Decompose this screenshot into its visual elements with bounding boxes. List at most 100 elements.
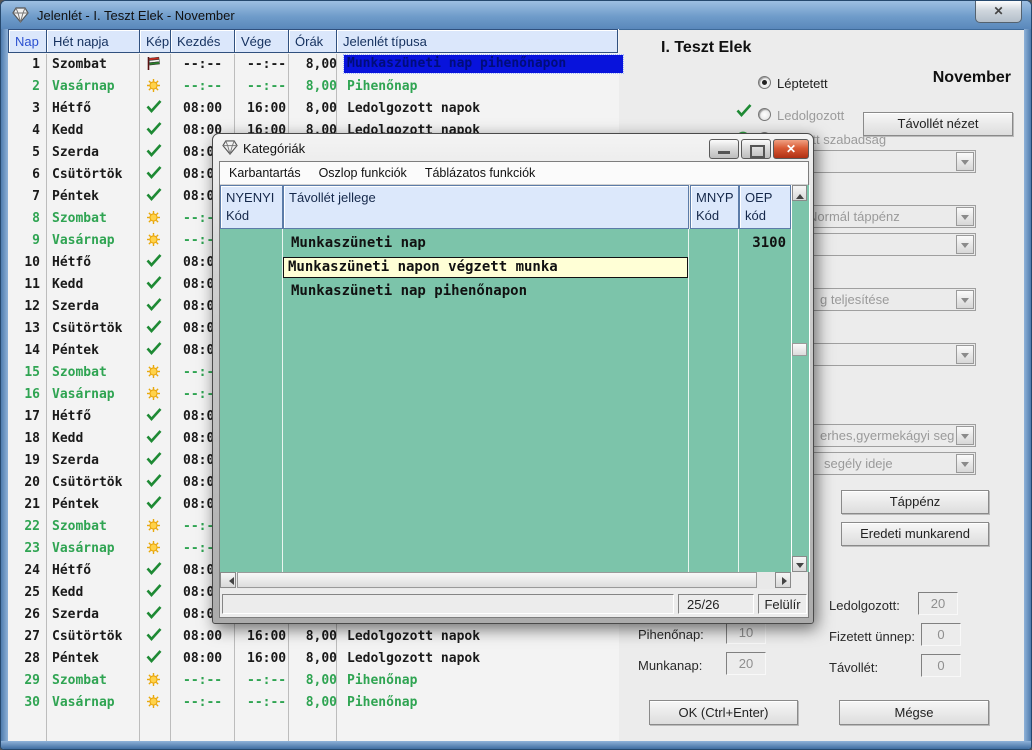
status-message-panel <box>222 594 674 614</box>
attendance-row-27[interactable]: 27Csütörtök08:0016:008,00Ledolgozott nap… <box>8 626 618 648</box>
radio-leptetett[interactable] <box>758 76 771 89</box>
column-header-oep[interactable]: OEPkód <box>739 185 791 229</box>
attendance-column-header-6[interactable]: Órák <box>288 29 337 53</box>
weekday-name: Kedd <box>52 123 83 138</box>
vertical-scroll-thumb[interactable] <box>792 343 807 356</box>
chevron-down-icon[interactable] <box>956 454 974 473</box>
attendance-row-3[interactable]: 3Hétfő08:0016:008,00Ledolgozott napok <box>8 98 618 120</box>
menu-item-2[interactable]: Oszlop funkciók <box>310 162 416 180</box>
category-row-3[interactable]: Munkaszüneti nap pihenőnapon <box>220 280 791 304</box>
day-number: 15 <box>8 365 40 380</box>
day-number: 16 <box>8 387 40 402</box>
main-titlebar: Jelenlét - I. Teszt Elek - November ✕ <box>1 1 1031 30</box>
attendance-row-29[interactable]: 29Szombat--:----:--8,00Pihenőnap <box>8 670 618 692</box>
check-icon <box>146 562 162 575</box>
scroll-up-icon[interactable] <box>792 185 807 201</box>
weekday-name: Hétfő <box>52 563 91 578</box>
maximize-button[interactable] <box>741 139 771 159</box>
check-icon <box>146 188 176 201</box>
attendance-column-header-4[interactable]: Kezdés <box>170 29 235 53</box>
end-time: 16:00 <box>247 629 286 644</box>
check-icon <box>146 496 162 509</box>
record-position: 25/26 <box>678 594 754 614</box>
horizontal-scroll-thumb[interactable] <box>237 572 757 588</box>
day-number: 13 <box>8 321 40 336</box>
chevron-down-icon[interactable] <box>956 290 974 309</box>
category-grid: Munkaszüneti nap 3100 Munkaszüneti napon v… <box>220 229 791 572</box>
attendance-row-28[interactable]: 28Péntek08:0016:008,00Ledolgozott napok <box>8 648 618 670</box>
tappenz-button[interactable]: Táppénz <box>841 490 989 514</box>
column-header-nyenyi[interactable]: NYENYIKód <box>220 185 283 229</box>
ok-button[interactable]: OK (Ctrl+Enter) <box>649 700 798 725</box>
megse-button[interactable]: Mégse <box>839 700 989 725</box>
dialog-close-button[interactable]: ✕ <box>773 139 809 159</box>
weekday-name: Péntek <box>52 497 99 512</box>
attendance-column-header-1[interactable]: Nap <box>8 29 47 53</box>
scroll-left-icon[interactable] <box>220 572 236 588</box>
weekday-name: Péntek <box>52 343 99 358</box>
column-header-tavollet-jellege[interactable]: Távollét jellege <box>283 185 689 229</box>
hours-value: 8,00 <box>295 57 337 72</box>
check-icon <box>146 606 162 619</box>
day-number: 18 <box>8 431 40 446</box>
presence-type: Ledolgozott napok <box>347 651 480 666</box>
weekday-name: Szombat <box>52 365 107 380</box>
counter-ledolgozott-label: Ledolgozott: <box>829 598 900 613</box>
counter-tavollet-label: Távollét: <box>829 660 878 675</box>
close-button[interactable]: ✕ <box>975 1 1022 23</box>
menu-item-1[interactable]: Karbantartás <box>220 162 310 180</box>
attendance-column-header-5[interactable]: Vége <box>234 29 289 53</box>
check-icon <box>146 474 162 487</box>
category-row-2[interactable]: Munkaszüneti napon végzett munka <box>220 256 791 280</box>
attendance-column-header-3[interactable]: Kép <box>139 29 171 53</box>
check-icon <box>146 430 176 443</box>
sun-icon <box>146 386 176 401</box>
scroll-right-icon[interactable] <box>775 572 791 588</box>
chevron-down-icon[interactable] <box>956 345 974 364</box>
weekday-name: Szerda <box>52 299 99 314</box>
column-header-mnyp[interactable]: MNYPKód <box>690 185 739 229</box>
weekday-name: Vasárnap <box>52 387 115 402</box>
eredeti-munkarend-button[interactable]: Eredeti munkarend <box>841 522 989 546</box>
attendance-row-1[interactable]: 1Szombat--:----:--8,00Munkaszüneti nap p… <box>8 54 618 76</box>
hours-value: 8,00 <box>295 695 337 710</box>
counter-tavollet-value: 0 <box>921 654 961 677</box>
horizontal-scrollbar[interactable] <box>220 572 791 589</box>
oep-code: 3100 <box>740 235 786 251</box>
chevron-down-icon[interactable] <box>956 235 974 254</box>
day-number: 27 <box>8 629 40 644</box>
day-number: 25 <box>8 585 40 600</box>
chevron-down-icon[interactable] <box>956 152 974 171</box>
menu-item-3[interactable]: Táblázatos funkciók <box>416 162 544 180</box>
check-icon <box>146 562 176 575</box>
check-icon <box>146 298 176 311</box>
attendance-column-header-2[interactable]: Hét napja <box>46 29 140 53</box>
attendance-row-30[interactable]: 30Vasárnap--:----:--8,00Pihenőnap <box>8 692 618 714</box>
day-number: 26 <box>8 607 40 622</box>
scroll-down-icon[interactable] <box>792 556 807 572</box>
attendance-row-2[interactable]: 2Vasárnap--:----:--8,00Pihenőnap <box>8 76 618 98</box>
day-number: 17 <box>8 409 40 424</box>
chevron-down-icon[interactable] <box>956 426 974 445</box>
minimize-button[interactable] <box>709 139 739 159</box>
attendance-column-header-7[interactable]: Jelenlét típusa <box>336 29 618 53</box>
counter-munkanap-value: 20 <box>726 652 766 675</box>
window-border-bottom <box>1 741 1031 749</box>
check-icon <box>146 430 162 443</box>
category-name: Munkaszüneti nap <box>287 235 430 251</box>
chevron-down-icon[interactable] <box>956 207 974 226</box>
radio-ledolgozott[interactable] <box>758 108 771 121</box>
check-icon <box>146 320 162 333</box>
dialog-title: Kategóriák <box>243 141 305 156</box>
check-icon <box>146 342 162 355</box>
vertical-scrollbar[interactable] <box>791 185 810 572</box>
weekday-name: Szombat <box>52 211 107 226</box>
tavollet-nezet-button[interactable]: Távollét nézet <box>863 112 1013 136</box>
sun-icon <box>146 672 176 687</box>
dialog-content: KarbantartásOszlop funkciókTáblázatos fu… <box>219 161 809 618</box>
hours-value: 8,00 <box>295 651 337 666</box>
sun-icon <box>146 386 161 401</box>
category-row-1[interactable]: Munkaszüneti nap 3100 <box>220 232 791 256</box>
day-number: 5 <box>8 145 40 160</box>
weekday-name: Péntek <box>52 651 99 666</box>
